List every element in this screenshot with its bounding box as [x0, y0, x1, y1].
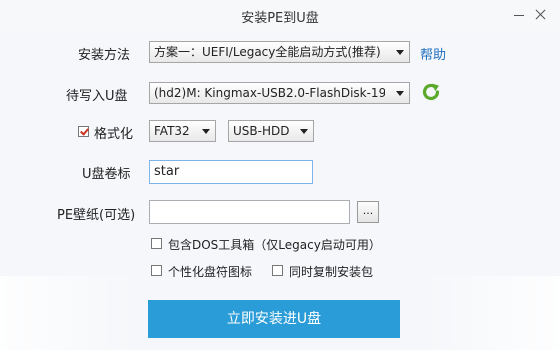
minimize-icon[interactable] [510, 6, 528, 24]
filesystem-value: FAT32 [154, 124, 190, 138]
close-icon[interactable] [532, 6, 550, 24]
chevron-down-icon [396, 91, 404, 96]
copy-installer-checkbox[interactable] [272, 265, 283, 276]
target-disk-value: (hd2)M: Kingmax-USB2.0-FlashDisk-1927 [154, 86, 385, 100]
chevron-down-icon [396, 50, 404, 55]
decorative-fade-right [420, 276, 560, 350]
decorative-fade-left [0, 276, 140, 350]
title-bar: 安装PE到U盘 [0, 0, 560, 32]
chevron-down-icon [300, 129, 308, 134]
install-button[interactable]: 立即安装进U盘 [148, 300, 400, 338]
window-title: 安装PE到U盘 [241, 11, 319, 26]
install-method-select[interactable]: 方案一：UEFI/Legacy全能启动方式(推荐) [149, 41, 410, 63]
volume-label-input[interactable]: star [149, 160, 313, 184]
install-method-value: 方案一：UEFI/Legacy全能启动方式(推荐) [154, 45, 381, 59]
chevron-down-icon [202, 129, 210, 134]
format-label: 格式化 [94, 127, 134, 142]
install-pe-window: 安装PE到U盘 安装方法 方案一：UEFI/Legacy全能启动方式(推荐) 帮… [0, 0, 560, 350]
target-disk-label: 待写入U盘 [66, 89, 128, 104]
custom-icon-label: 个性化盘符图标 [168, 265, 253, 279]
help-link[interactable]: 帮助 [420, 44, 446, 63]
dos-tools-checkbox[interactable] [151, 238, 162, 249]
copy-installer-label: 同时复制安装包 [289, 265, 374, 279]
volume-label-label: U盘卷标 [82, 167, 131, 182]
format-checkbox[interactable] [78, 126, 89, 137]
target-disk-select[interactable]: (hd2)M: Kingmax-USB2.0-FlashDisk-1927 [149, 82, 410, 104]
custom-icon-checkbox[interactable] [151, 265, 162, 276]
browse-button[interactable]: ... [357, 201, 379, 223]
refresh-icon[interactable] [420, 81, 442, 103]
boot-mode-value: USB-HDD [233, 124, 289, 138]
dos-tools-label: 包含DOS工具箱（仅Legacy启动可用） [168, 238, 381, 252]
wallpaper-input[interactable] [149, 200, 350, 224]
filesystem-select[interactable]: FAT32 [149, 120, 216, 142]
boot-mode-select[interactable]: USB-HDD [228, 120, 314, 142]
install-method-label: 安装方法 [78, 48, 131, 63]
wallpaper-label: PE壁纸(可选) [57, 208, 136, 223]
